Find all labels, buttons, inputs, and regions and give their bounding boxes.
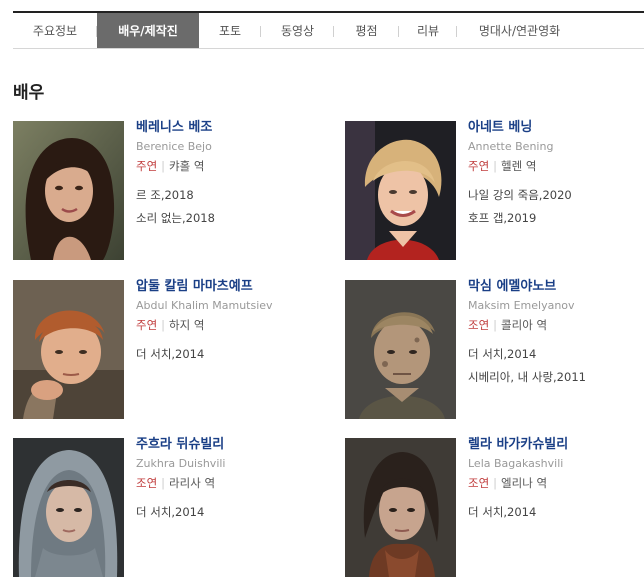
tab-video[interactable]: 동영상 xyxy=(261,13,334,48)
tab-main-info[interactable]: 주요정보 xyxy=(13,13,97,48)
film-item[interactable]: 나일 강의 죽음,2020 xyxy=(468,188,644,203)
role-name: 콜리아 역 xyxy=(501,318,548,332)
actor-info: 압둘 칼림 마마츠예프 Abdul Khalim Mamutsiev 주연 | 하지… xyxy=(136,279,316,370)
role-type: 조연 xyxy=(136,476,158,490)
actor-role: 주연 | 하지 역 xyxy=(136,318,316,333)
section-title-cast: 배우 xyxy=(13,83,45,103)
actor-info: 베레니스 베조 Berenice Bejo 주연 | 캬홀 역 르 조,2018 소… xyxy=(136,120,316,234)
film-item[interactable]: 더 서치,2014 xyxy=(136,505,316,520)
actor-photo[interactable] xyxy=(13,438,124,577)
actor-korean-name[interactable]: 막심 에멜야노브 xyxy=(468,279,644,295)
actor-english-name: Annette Bening xyxy=(468,140,554,153)
actor-korean-name[interactable]: 주흐라 뒤슈빌리 xyxy=(136,437,316,453)
film-item[interactable]: 더 서치,2014 xyxy=(468,347,644,362)
role-name: 하지 역 xyxy=(169,318,205,332)
actor-role: 조연 | 콜리아 역 xyxy=(468,318,644,333)
role-type: 주연 xyxy=(468,159,490,173)
actor-card: 주흐라 뒤슈빌리 Zukhra Duishvili 조연 | 라리사 역 더 서치,… xyxy=(13,437,316,578)
actor-info: 렐라 바가카슈빌리 Lela Bagakashvili 조연 | 엘리나 역 더 서… xyxy=(468,437,644,528)
actor-card: 막심 에멜야노브 Maksim Emelyanov 조연 | 콜리아 역 더 서치,… xyxy=(345,279,644,420)
tab-cast-crew[interactable]: 배우/제작진 xyxy=(97,13,199,48)
actor-info: 주흐라 뒤슈빌리 Zukhra Duishvili 조연 | 라리사 역 더 서치,… xyxy=(136,437,316,528)
detail-tab-bar: 주요정보 배우/제작진 포토 동영상 평점 리뷰 명대사/연관영화 xyxy=(13,11,644,49)
filmography-list: 더 서치,2014 시베리아, 내 사랑,2011 xyxy=(468,347,644,385)
tab-rating[interactable]: 평점 xyxy=(334,13,399,48)
role-divider: | xyxy=(493,476,498,490)
actor-photo[interactable] xyxy=(345,121,456,260)
role-name: 라리사 역 xyxy=(169,476,216,490)
film-item[interactable]: 소리 없는,2018 xyxy=(136,211,316,226)
tab-review[interactable]: 리뷰 xyxy=(399,13,457,48)
actor-photo[interactable] xyxy=(13,280,124,419)
filmography-list: 나일 강의 죽음,2020 호프 갭,2019 xyxy=(468,188,644,226)
actor-role: 조연 | 라리사 역 xyxy=(136,476,316,491)
filmography-list: 르 조,2018 소리 없는,2018 xyxy=(136,188,316,226)
film-item[interactable]: 호프 갭,2019 xyxy=(468,211,644,226)
actor-card: 렐라 바가카슈빌리 Lela Bagakashvili 조연 | 엘리나 역 더 서… xyxy=(345,437,644,578)
actor-role: 주연 | 헬렌 역 xyxy=(468,159,644,174)
actor-korean-name[interactable]: 아네트 베닝 xyxy=(468,120,644,136)
role-divider: | xyxy=(493,318,498,332)
actor-korean-name[interactable]: 렐라 바가카슈빌리 xyxy=(468,437,644,453)
actor-photo[interactable] xyxy=(13,121,124,260)
actor-english-name: Lela Bagakashvili xyxy=(468,457,564,470)
actor-card: 압둘 칼림 마마츠예프 Abdul Khalim Mamutsiev 주연 | 하지… xyxy=(13,279,316,420)
role-type: 조연 xyxy=(468,476,490,490)
actor-korean-name[interactable]: 베레니스 베조 xyxy=(136,120,316,136)
actor-info: 막심 에멜야노브 Maksim Emelyanov 조연 | 콜리아 역 더 서치,… xyxy=(468,279,644,393)
filmography-list: 더 서치,2014 xyxy=(136,505,316,520)
role-divider: | xyxy=(161,318,166,332)
actor-role: 주연 | 캬홀 역 xyxy=(136,159,316,174)
actor-photo[interactable] xyxy=(345,280,456,419)
role-type: 주연 xyxy=(136,159,158,173)
actor-english-name: Maksim Emelyanov xyxy=(468,299,575,312)
film-item[interactable]: 더 서치,2014 xyxy=(136,347,316,362)
actor-english-name: Zukhra Duishvili xyxy=(136,457,226,470)
actor-english-name: Berenice Bejo xyxy=(136,140,212,153)
tab-photo[interactable]: 포토 xyxy=(199,13,261,48)
film-item[interactable]: 시베리아, 내 사랑,2011 xyxy=(468,370,644,385)
film-item[interactable]: 더 서치,2014 xyxy=(468,505,644,520)
actor-card: 베레니스 베조 Berenice Bejo 주연 | 캬홀 역 르 조,2018 소… xyxy=(13,120,316,261)
filmography-list: 더 서치,2014 xyxy=(136,347,316,362)
actor-role: 조연 | 엘리나 역 xyxy=(468,476,644,491)
actor-card: 아네트 베닝 Annette Bening 주연 | 헬렌 역 나일 강의 죽음,2… xyxy=(345,120,644,261)
actor-info: 아네트 베닝 Annette Bening 주연 | 헬렌 역 나일 강의 죽음,2… xyxy=(468,120,644,234)
actor-korean-name[interactable]: 압둘 칼림 마마츠예프 xyxy=(136,279,316,295)
role-name: 엘리나 역 xyxy=(501,476,548,490)
tab-quotes-related[interactable]: 명대사/연관영화 xyxy=(457,13,582,48)
role-name: 헬렌 역 xyxy=(501,159,537,173)
role-divider: | xyxy=(161,159,166,173)
filmography-list: 더 서치,2014 xyxy=(468,505,644,520)
role-type: 조연 xyxy=(468,318,490,332)
role-type: 주연 xyxy=(136,318,158,332)
role-divider: | xyxy=(161,476,166,490)
actor-english-name: Abdul Khalim Mamutsiev xyxy=(136,299,273,312)
role-divider: | xyxy=(493,159,498,173)
film-item[interactable]: 르 조,2018 xyxy=(136,188,316,203)
actor-photo[interactable] xyxy=(345,438,456,577)
role-name: 캬홀 역 xyxy=(169,159,205,173)
